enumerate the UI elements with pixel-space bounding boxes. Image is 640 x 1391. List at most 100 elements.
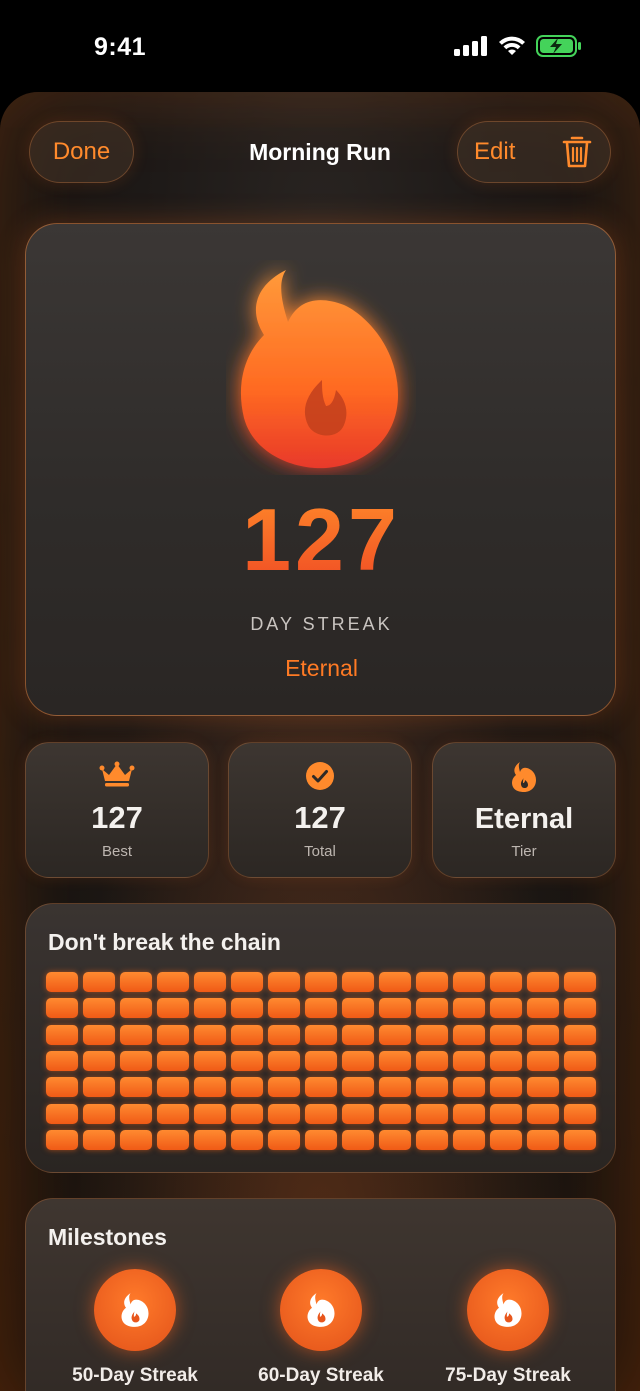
chain-day-complete [157, 1050, 189, 1071]
chain-day-complete [231, 1024, 263, 1045]
chain-day-complete [490, 998, 522, 1019]
flame-icon [240, 270, 398, 469]
chain-day-complete [231, 998, 263, 1019]
stat-label: Tier [511, 843, 537, 860]
edit-toolbar: Edit [457, 121, 611, 183]
chain-day-complete [46, 1024, 78, 1045]
chain-day-complete [490, 1103, 522, 1124]
milestone-badge [94, 1269, 176, 1351]
chain-day-complete [564, 1129, 596, 1150]
streak-detail-sheet: Done Morning Run Edit 127 DAY STREAK Ete… [0, 92, 640, 1391]
chain-day-complete [157, 1103, 189, 1124]
flame-icon [307, 1293, 335, 1327]
chain-day-complete [564, 1050, 596, 1071]
stat-label: Best [101, 843, 132, 860]
chain-day-complete [83, 972, 115, 992]
chain-day-complete [83, 1077, 115, 1098]
checkmark-circle-icon [306, 762, 334, 790]
chain-day-complete [157, 1077, 189, 1098]
chain-day-complete [342, 972, 374, 992]
chain-day-complete [231, 1129, 263, 1150]
chain-day-complete [46, 998, 78, 1019]
chain-day-complete [268, 1077, 300, 1098]
chain-day-complete [305, 1103, 337, 1124]
chain-day-complete [194, 1024, 226, 1045]
chain-day-complete [120, 1050, 152, 1071]
chain-day-complete [379, 998, 411, 1019]
chain-day-complete [305, 998, 337, 1019]
chain-day-complete [342, 1129, 374, 1150]
chain-day-complete [490, 1077, 522, 1098]
chain-day-complete [416, 1024, 448, 1045]
chain-day-complete [268, 972, 300, 992]
chain-day-complete [379, 1077, 411, 1098]
milestones-title: Milestones [48, 1224, 167, 1250]
streak-hero-card: 127 DAY STREAK Eternal [25, 223, 616, 716]
crown-icon [99, 761, 135, 787]
chain-day-complete [527, 1050, 559, 1071]
chain-day-complete [194, 998, 226, 1019]
chain-day-complete [194, 1050, 226, 1071]
stat-card-tier: Eternal Tier [432, 742, 616, 878]
chain-day-complete [305, 1129, 337, 1150]
chain-day-complete [157, 998, 189, 1019]
milestone-label: 50-Day Streak [72, 1365, 198, 1386]
chain-day-complete [490, 1050, 522, 1071]
status-icons [454, 35, 582, 57]
stat-card-best: 127 Best [25, 742, 209, 878]
milestone-badge [280, 1269, 362, 1351]
chain-day-complete [120, 998, 152, 1019]
milestone-item[interactable]: 60-Day Streak [231, 1269, 411, 1387]
chain-day-complete [416, 1077, 448, 1098]
milestone-item[interactable]: 75-Day Streak [418, 1269, 598, 1387]
chain-day-complete [83, 1024, 115, 1045]
cellular-signal-icon [454, 36, 487, 56]
chain-day-complete [527, 1103, 559, 1124]
flame-icon [512, 762, 536, 792]
chain-day-complete [564, 1103, 596, 1124]
chain-day-complete [379, 1129, 411, 1150]
chain-day-complete [231, 1050, 263, 1071]
edit-button[interactable]: Edit [474, 138, 515, 166]
chain-day-complete [194, 1077, 226, 1098]
chain-day-complete [120, 1103, 152, 1124]
chain-day-complete [305, 972, 337, 992]
stat-value: Eternal [474, 803, 574, 835]
stat-value: 127 [294, 800, 346, 835]
chain-day-complete [46, 1077, 78, 1098]
chain-day-complete [120, 1024, 152, 1045]
chain-day-complete [527, 998, 559, 1019]
battery-charging-icon [536, 35, 581, 57]
chain-day-complete [453, 998, 485, 1019]
chain-day-complete [305, 1050, 337, 1071]
chain-day-complete [379, 1024, 411, 1045]
chain-day-complete [83, 1103, 115, 1124]
chain-day-complete [564, 1077, 596, 1098]
chain-day-complete [157, 1024, 189, 1045]
chain-day-complete [342, 1103, 374, 1124]
chain-day-complete [453, 972, 485, 992]
streak-count: 127 [26, 489, 617, 591]
chain-day-complete [157, 972, 189, 992]
chain-day-complete [490, 972, 522, 992]
chain-day-complete [379, 1050, 411, 1071]
chain-day-complete [564, 998, 596, 1019]
chain-day-complete [453, 1103, 485, 1124]
chain-title: Don't break the chain [48, 929, 281, 955]
wifi-icon [499, 36, 525, 55]
chain-day-complete [379, 972, 411, 992]
status-time: 9:41 [94, 33, 147, 61]
chain-day-complete [83, 998, 115, 1019]
chain-day-complete [268, 1129, 300, 1150]
chain-day-complete [46, 1129, 78, 1150]
milestone-item[interactable]: 50-Day Streak [45, 1269, 225, 1387]
flame-icon [121, 1293, 149, 1327]
chain-day-complete [157, 1129, 189, 1150]
chain-day-complete [527, 1024, 559, 1045]
chain-day-complete [416, 1050, 448, 1071]
chain-day-complete [305, 1024, 337, 1045]
trash-icon[interactable] [562, 135, 592, 169]
chain-day-complete [268, 1024, 300, 1045]
chain-day-complete [46, 1050, 78, 1071]
chain-day-complete [564, 1024, 596, 1045]
